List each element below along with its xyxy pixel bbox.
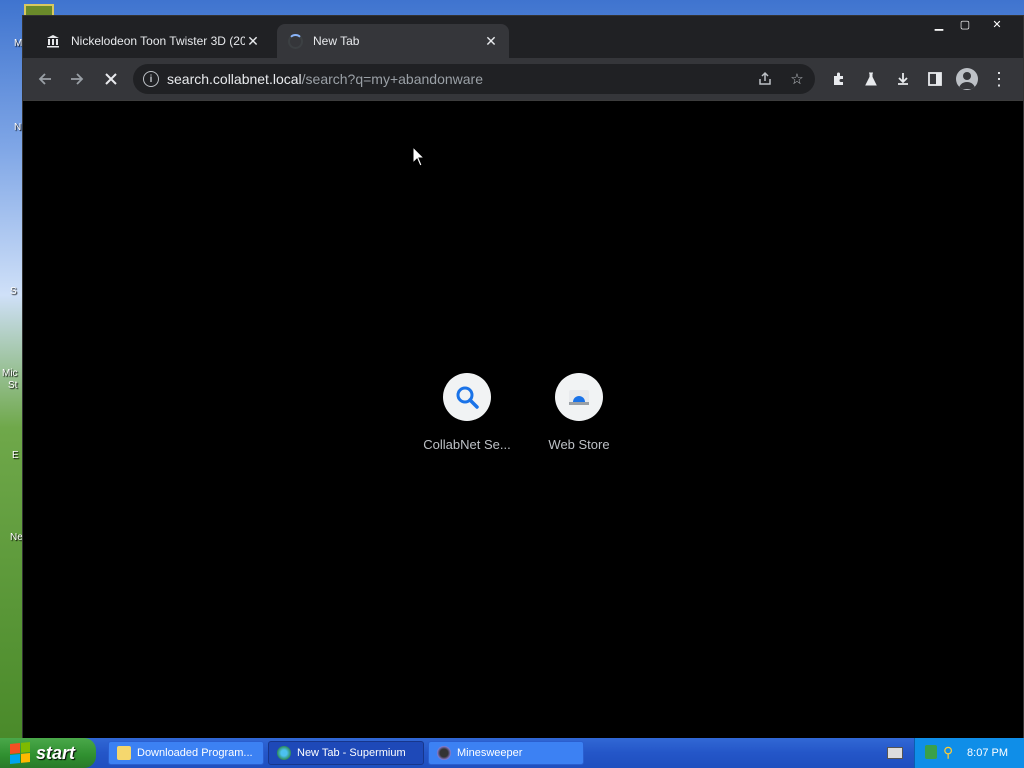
taskbar-item-label: Downloaded Program... [137, 747, 253, 759]
url-host: search.collabnet.local [167, 71, 302, 87]
minesweeper-icon [437, 746, 451, 760]
desktop-icon-label[interactable]: N [14, 122, 21, 133]
shortcut-collabnet-search[interactable]: CollabNet Se... [412, 373, 522, 452]
menu-kebab-icon[interactable]: ⋮ [987, 67, 1011, 91]
share-icon[interactable] [753, 67, 777, 91]
desktop-icon-label[interactable]: Mic [2, 368, 18, 379]
desktop-icon-label[interactable]: Ne [10, 532, 23, 543]
keyboard-icon[interactable] [887, 747, 903, 759]
system-tray: ⚲ 8:07 PM [914, 738, 1024, 768]
back-arrow-icon [38, 73, 51, 85]
taskbar-item-label: New Tab - Supermium [297, 747, 406, 759]
forward-arrow-icon [71, 73, 84, 85]
shortcut-web-store[interactable]: Web Store [524, 373, 634, 452]
back-button[interactable] [33, 67, 57, 91]
taskbar-item-supermium[interactable]: New Tab - Supermium [268, 741, 424, 765]
extensions-icon[interactable] [827, 67, 851, 91]
search-icon [443, 373, 491, 421]
close-window-button[interactable]: ✕ [985, 16, 1009, 32]
museum-icon [45, 33, 61, 49]
clock[interactable]: 8:07 PM [967, 747, 1008, 759]
profile-button[interactable] [955, 67, 979, 91]
loading-spinner-icon [287, 33, 303, 49]
minimize-button[interactable]: ▁ [927, 16, 951, 32]
browser-toolbar: i search.collabnet.local/search?q=my+aba… [23, 58, 1023, 101]
start-button[interactable]: start [0, 738, 96, 768]
webstore-icon [555, 373, 603, 421]
shortcut-label: Web Store [548, 437, 610, 452]
address-bar[interactable]: i search.collabnet.local/search?q=my+aba… [133, 64, 815, 94]
url-path: /search?q=my+abandonware [301, 71, 483, 87]
download-icon[interactable] [891, 67, 915, 91]
mouse-cursor-icon [412, 146, 426, 167]
close-tab-icon[interactable]: ✕ [245, 33, 261, 50]
stop-button[interactable] [99, 67, 123, 91]
browser-window: Nickelodeon Toon Twister 3D (2003) ✕ New… [22, 15, 1024, 740]
labs-flask-icon[interactable] [859, 67, 883, 91]
windows-logo-icon [10, 741, 30, 765]
taskbar-item-minesweeper[interactable]: Minesweeper [428, 741, 584, 765]
avatar-icon [956, 68, 978, 90]
desktop-icon-label[interactable]: S [10, 286, 17, 297]
maximize-button[interactable]: ▢ [953, 16, 977, 32]
close-tab-icon[interactable]: ✕ [483, 33, 499, 50]
shortcut-label: CollabNet Se... [423, 437, 511, 452]
side-panel-icon[interactable] [923, 67, 947, 91]
tab-new-tab[interactable]: New Tab ✕ [277, 24, 509, 58]
forward-button[interactable] [65, 67, 89, 91]
taskbar: start Downloaded Program... New Tab - Su… [0, 738, 1024, 768]
taskbar-item-label: Minesweeper [457, 747, 523, 759]
taskbar-item-downloaded-programs[interactable]: Downloaded Program... [108, 741, 264, 765]
desktop-icon-label[interactable]: E [12, 450, 19, 461]
browser-icon [277, 746, 291, 760]
desktop-icon-label[interactable]: St [8, 380, 17, 391]
search-icon[interactable]: ⚲ [943, 744, 953, 761]
tab-title: Nickelodeon Toon Twister 3D (2003) [71, 34, 245, 48]
stop-x-icon [105, 73, 117, 85]
tab-strip: Nickelodeon Toon Twister 3D (2003) ✕ New… [23, 16, 1023, 58]
bookmark-star-icon[interactable]: ☆ [785, 67, 809, 91]
site-info-icon[interactable]: i [143, 71, 159, 87]
start-label: start [36, 742, 76, 763]
network-icon[interactable] [925, 745, 937, 759]
folder-icon [117, 746, 131, 760]
tab-title: New Tab [313, 34, 360, 48]
tab-toon-twister[interactable]: Nickelodeon Toon Twister 3D (2003) ✕ [35, 24, 271, 58]
